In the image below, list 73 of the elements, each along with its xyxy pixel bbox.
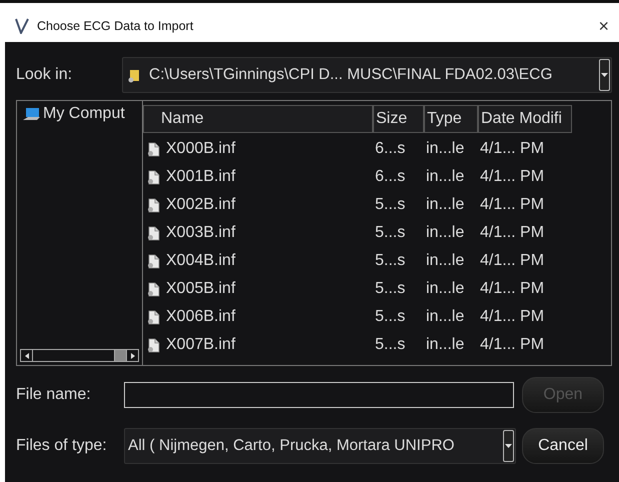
folder-icon bbox=[128, 68, 141, 82]
file-icon bbox=[147, 310, 160, 324]
type-cell-text: in...le bbox=[425, 223, 466, 243]
dropdown-arrow-button[interactable] bbox=[503, 430, 514, 462]
file-icon bbox=[147, 142, 160, 156]
tree-item[interactable]: My Comput bbox=[17, 102, 142, 126]
files-of-type-label: Files of type: bbox=[16, 436, 108, 456]
size-cell-text: 5...s bbox=[374, 251, 406, 271]
date-cell-text: 4/1... PM bbox=[479, 335, 546, 355]
column-header[interactable]: Name bbox=[143, 105, 373, 133]
size-cell-text: 5...s bbox=[374, 279, 406, 299]
date-cell-text: 4/1... PM bbox=[479, 279, 546, 299]
column-header[interactable]: Size bbox=[373, 105, 424, 133]
file-row[interactable]: X007B.inf 5...s in...le 4/1... PM bbox=[143, 331, 611, 359]
size-cell-text: 6...s bbox=[374, 167, 406, 187]
type-cell-text: in...le bbox=[425, 279, 466, 299]
date-cell-text: 4/1... PM bbox=[479, 167, 546, 187]
date-cell-text: 4/1... PM bbox=[479, 307, 546, 327]
size-cell-text: 6...s bbox=[374, 139, 406, 159]
app-logo-icon bbox=[15, 18, 29, 34]
column-header[interactable]: Type bbox=[424, 105, 478, 133]
look-in-label: Look in: bbox=[16, 65, 74, 85]
size-cell-text: 5...s bbox=[374, 335, 406, 355]
computer-icon bbox=[22, 106, 40, 122]
window-title: Choose ECG Data to Import bbox=[37, 18, 194, 35]
caret-icon bbox=[505, 444, 512, 448]
file-row[interactable]: X006B.inf 5...s in...le 4/1... PM bbox=[143, 303, 611, 331]
file-row[interactable]: X000B.inf 6...s in...le 4/1... PM bbox=[143, 135, 611, 163]
type-cell-text: in...le bbox=[425, 251, 466, 271]
look-in-dropdown[interactable]: C:\Users\TGinnings\CPI D... MUSC\FINAL FDA02.03\ECG bbox=[122, 57, 612, 93]
file-row[interactable]: X002B.inf 5...s in...le 4/1... PM bbox=[143, 191, 611, 219]
type-cell-text: in...le bbox=[425, 335, 466, 355]
file-icon bbox=[147, 226, 160, 240]
column-header[interactable]: Date Modifi bbox=[478, 105, 572, 133]
file-name-cell-text: X007B.inf bbox=[166, 335, 236, 355]
date-cell-text: 4/1... PM bbox=[479, 251, 546, 271]
file-name-cell-text: X006B.inf bbox=[166, 307, 236, 327]
file-name-cell-text: X002B.inf bbox=[166, 195, 236, 215]
file-icon bbox=[147, 170, 160, 184]
file-icon bbox=[147, 338, 160, 352]
file-icon bbox=[147, 282, 160, 296]
date-cell-text: 4/1... PM bbox=[479, 195, 546, 215]
dropdown-arrow-button[interactable] bbox=[599, 59, 610, 91]
date-cell-text: 4/1... PM bbox=[479, 139, 546, 159]
file-name-cell-text: X005B.inf bbox=[166, 279, 236, 299]
caret-icon bbox=[601, 73, 608, 77]
file-name-cell-text: X000B.inf bbox=[166, 139, 236, 159]
files-of-type-dropdown[interactable]: All ( Nijmegen, Carto, Prucka, Mortara UNIPRO bbox=[124, 428, 516, 464]
files-of-type-value: All ( Nijmegen, Carto, Prucka, Mortara UNIPRO bbox=[127, 436, 456, 456]
file-icon bbox=[147, 198, 160, 212]
scroll-thumb[interactable] bbox=[114, 350, 126, 361]
file-name-label: File name: bbox=[16, 385, 92, 405]
file-row[interactable]: X001B.inf 6...s in...le 4/1... PM bbox=[143, 163, 611, 191]
type-cell-text: in...le bbox=[425, 167, 466, 187]
file-name-cell-text: X003B.inf bbox=[166, 223, 236, 243]
file-name-cell-text: X001B.inf bbox=[166, 167, 236, 187]
file-name-cell-text: X004B.inf bbox=[166, 251, 236, 271]
file-name-input[interactable] bbox=[124, 382, 514, 408]
size-cell-text: 5...s bbox=[374, 307, 406, 327]
type-cell-text: in...le bbox=[425, 139, 466, 159]
type-cell-text: in...le bbox=[425, 195, 466, 215]
size-cell-text: 5...s bbox=[374, 195, 406, 215]
file-icon bbox=[147, 254, 160, 268]
close-button[interactable]: × bbox=[598, 17, 609, 35]
horizontal-scrollbar[interactable] bbox=[20, 349, 139, 362]
size-cell-text: 5...s bbox=[374, 223, 406, 243]
file-row[interactable]: X005B.inf 5...s in...le 4/1... PM bbox=[143, 275, 611, 303]
file-row[interactable]: X004B.inf 5...s in...le 4/1... PM bbox=[143, 247, 611, 275]
cancel-button[interactable]: Cancel bbox=[522, 428, 604, 464]
look-in-path: C:\Users\TGinnings\CPI D... MUSC\FINAL FDA02.03\ECG bbox=[149, 65, 554, 86]
type-cell-text: in...le bbox=[425, 307, 466, 327]
file-row[interactable]: X003B.inf 5...s in...le 4/1... PM bbox=[143, 219, 611, 247]
date-cell-text: 4/1... PM bbox=[479, 223, 546, 243]
